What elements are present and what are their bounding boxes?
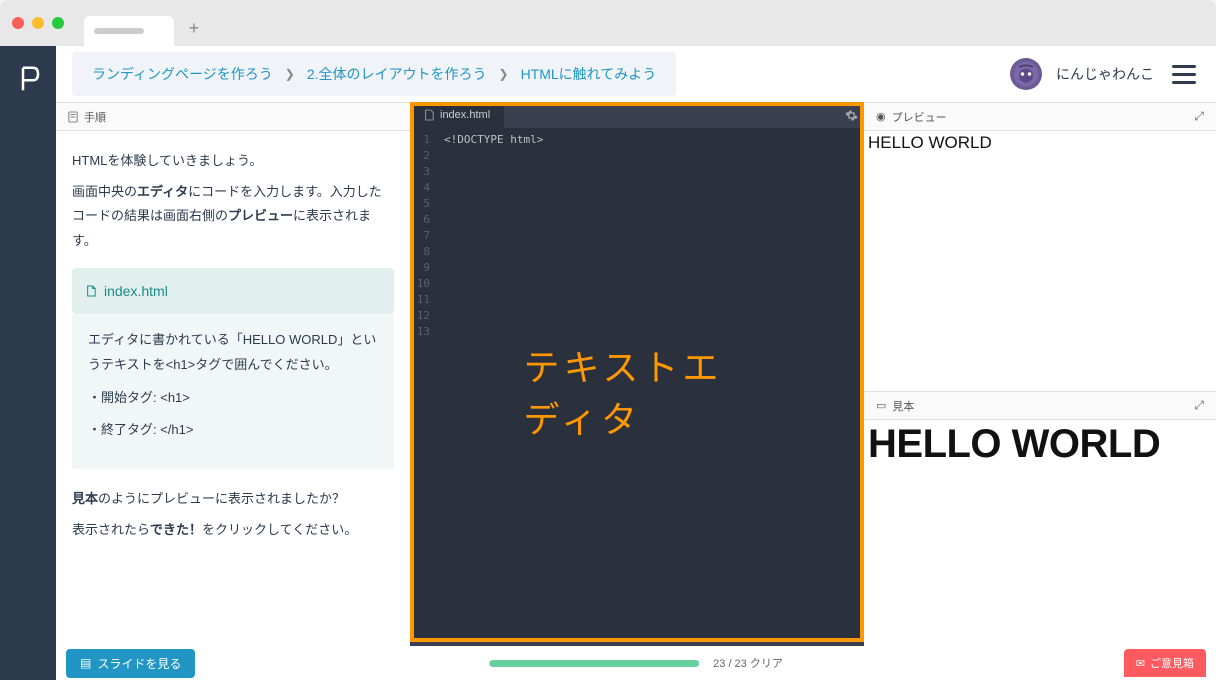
browser-tab-active[interactable] (84, 16, 174, 46)
preview-pane: ◉ プレビュー ⤢ HELLO WORLD (864, 103, 1216, 392)
feedback-button[interactable]: ✉ ご意見箱 (1124, 649, 1206, 677)
bottom-bar: ▤ スライドを見る 23 / 23 クリア ✉ ご意見箱 (56, 646, 1216, 680)
breadcrumb-item-2[interactable]: 2.全体のレイアウトを作ろう (307, 64, 487, 84)
sample-pane: ▭ 見本 ⤢ HELLO WORLD (864, 392, 1216, 680)
preview-content: HELLO WORLD (868, 133, 992, 152)
expand-sample-button[interactable]: ⤢ (1194, 398, 1204, 413)
file-icon (424, 109, 434, 121)
file-icon (86, 285, 96, 297)
chevron-right-icon: ❯ (285, 67, 295, 81)
progress-indicator: 23 / 23 クリア (489, 655, 783, 671)
sample-content: HELLO WORLD (868, 422, 1212, 467)
close-window-button[interactable] (12, 17, 24, 29)
minimize-window-button[interactable] (32, 17, 44, 29)
right-panel: ◉ プレビュー ⤢ HELLO WORLD ▭ 見本 ⤢ HEL (864, 102, 1216, 680)
task-bullet-end-tag: ・終了タグ: </h1> (88, 418, 378, 443)
instructions-body: HTMLを体験していきましょう。 画面中央のエディタにコードを入力します。入力し… (56, 131, 410, 566)
confirm-text-2: 表示されたらできた！をクリックしてください。 (72, 518, 394, 543)
header-bar: ランディングページを作ろう ❯ 2.全体のレイアウトを作ろう ❯ HTMLに触れ… (56, 46, 1216, 102)
code-editor[interactable]: 12345678910111213 <!DOCTYPE html> (410, 128, 864, 642)
instructions-title: 手順 (84, 109, 106, 125)
task-description: エディタに書かれている「HELLO WORLD」というテキストを<h1>タグで囲… (88, 328, 378, 377)
progress-text: 23 / 23 クリア (713, 655, 783, 671)
preview-body: HELLO WORLD (864, 131, 1216, 391)
sample-body: HELLO WORLD (864, 420, 1216, 680)
preview-title: プレビュー (892, 109, 947, 125)
sample-title: 見本 (892, 398, 914, 414)
new-tab-button[interactable]: + (182, 16, 206, 40)
breadcrumb-item-1[interactable]: ランディングページを作ろう (92, 64, 273, 84)
editor-tab-bar: index.html (410, 102, 864, 128)
editor-settings-button[interactable] (838, 102, 864, 128)
book-open-icon: ▭ (876, 399, 886, 412)
code-area[interactable]: <!DOCTYPE html> (436, 128, 864, 642)
browser-chrome: + (0, 0, 1216, 46)
intro-text-1: HTMLを体験していきましょう。 (72, 149, 394, 174)
editor-panel: テキストエディタ index.html 12345678910111213 <!… (410, 102, 864, 680)
window-controls (12, 17, 64, 29)
menu-button[interactable] (1168, 61, 1200, 88)
eye-icon: ◉ (876, 110, 886, 123)
intro-text-2: 画面中央のエディタにコードを入力します。入力したコードの結果は画面右側のプレビュ… (72, 180, 394, 254)
left-rail (0, 46, 56, 680)
maximize-window-button[interactable] (52, 17, 64, 29)
filename-badge: index.html (72, 268, 394, 315)
chevron-right-icon: ❯ (499, 67, 509, 81)
editor-tab-active[interactable]: index.html (410, 102, 504, 128)
avatar-icon[interactable] (1010, 58, 1042, 90)
gear-icon (845, 109, 858, 122)
task-box: エディタに書かれている「HELLO WORLD」というテキストを<h1>タグで囲… (72, 314, 394, 469)
filename-text: index.html (104, 278, 168, 305)
slides-icon: ▤ (80, 656, 91, 670)
expand-preview-button[interactable]: ⤢ (1194, 109, 1204, 124)
tab-title-placeholder (94, 28, 144, 34)
confirm-text-1: 見本のようにプレビューに表示されましたか？ (72, 487, 394, 512)
mail-icon: ✉ (1136, 657, 1145, 670)
preview-header: ◉ プレビュー ⤢ (864, 103, 1216, 131)
sample-header: ▭ 見本 ⤢ (864, 392, 1216, 420)
breadcrumb-item-3[interactable]: HTMLに触れてみよう (521, 64, 657, 84)
progress-fill (489, 660, 699, 667)
view-slides-button[interactable]: ▤ スライドを見る (66, 649, 195, 678)
book-icon (68, 111, 78, 123)
code-line-1: <!DOCTYPE html> (444, 133, 543, 146)
progress-bar (489, 660, 699, 667)
username-label: にんじゃわんこ (1056, 64, 1154, 84)
breadcrumb: ランディングページを作ろう ❯ 2.全体のレイアウトを作ろう ❯ HTMLに触れ… (72, 52, 676, 96)
line-gutter: 12345678910111213 (410, 128, 436, 642)
instructions-panel: 手順 HTMLを体験していきましょう。 画面中央のエディタにコードを入力します。… (56, 102, 410, 680)
app-logo-icon[interactable] (13, 64, 43, 94)
instructions-header: 手順 (56, 103, 410, 131)
editor-tab-label: index.html (440, 109, 490, 121)
task-bullet-start-tag: ・開始タグ: <h1> (88, 386, 378, 411)
